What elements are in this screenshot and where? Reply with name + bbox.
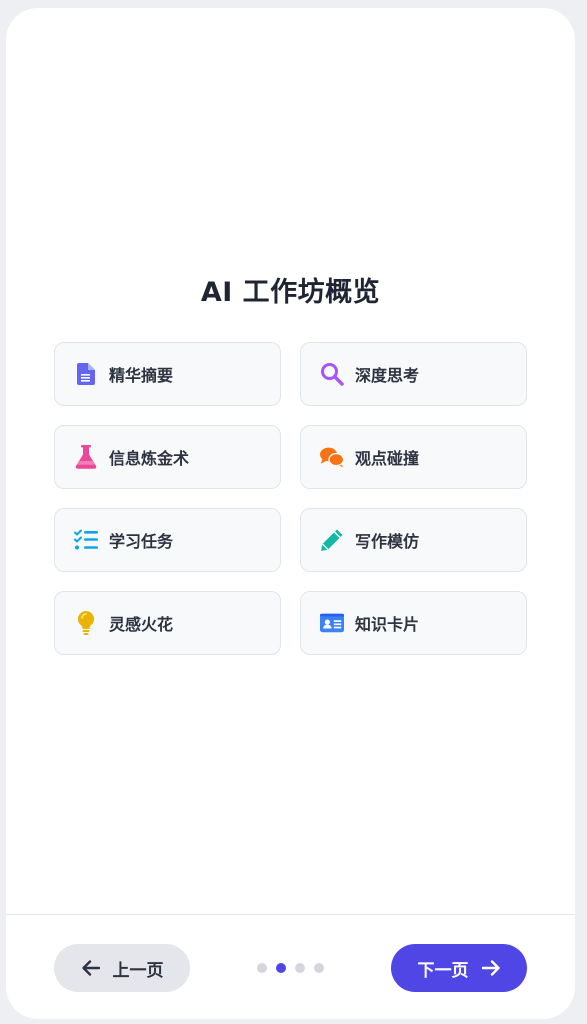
footer-divider (6, 914, 575, 915)
feature-card-label: 知识卡片 (355, 615, 420, 634)
task-list-icon (74, 528, 98, 552)
feature-card-label: 写作模仿 (355, 532, 420, 551)
page-dot-2[interactable] (276, 963, 286, 973)
pencil-icon (320, 528, 344, 552)
feature-card-label: 学习任务 (109, 532, 174, 551)
feature-card-alchemy[interactable]: 信息炼金术 (54, 425, 281, 489)
page-dot-3[interactable] (295, 963, 305, 973)
feature-card-label: 精华摘要 (109, 366, 174, 385)
page-title: AI 工作坊概览 (200, 277, 381, 308)
feature-card-debate[interactable]: 观点碰撞 (300, 425, 527, 489)
next-page-label: 下一页 (417, 960, 469, 981)
document-icon (74, 362, 98, 386)
page-dot-4[interactable] (314, 963, 324, 973)
feature-card-deep-thinking[interactable]: 深度思考 (300, 342, 527, 406)
magnifier-icon (320, 362, 344, 386)
lightbulb-icon (74, 611, 98, 635)
prev-page-button[interactable]: 上一页 (54, 944, 190, 992)
feature-card-label: 观点碰撞 (355, 449, 420, 468)
prev-page-label: 上一页 (112, 960, 164, 981)
feature-card-label: 深度思考 (355, 366, 420, 385)
feature-card-summary[interactable]: 精华摘要 (54, 342, 281, 406)
feature-card-label: 信息炼金术 (109, 449, 190, 468)
page-indicator (257, 963, 324, 973)
app-screen: AI 工作坊概览 精华摘要 深度思考 信息炼金术 观点碰撞 学习任务 写作模仿 … (6, 8, 575, 1019)
arrow-left-icon (81, 958, 101, 978)
feature-card-learning-tasks[interactable]: 学习任务 (54, 508, 281, 572)
feature-card-inspiration[interactable]: 灵感火花 (54, 591, 281, 655)
feature-card-writing-imitation[interactable]: 写作模仿 (300, 508, 527, 572)
id-card-icon (320, 611, 344, 635)
arrow-right-icon (481, 958, 501, 978)
feature-grid: 精华摘要 深度思考 信息炼金术 观点碰撞 学习任务 写作模仿 灵感火花 知识卡片 (54, 342, 527, 655)
feature-card-label: 灵感火花 (109, 615, 174, 634)
feature-card-knowledge-cards[interactable]: 知识卡片 (300, 591, 527, 655)
chat-bubbles-icon (320, 445, 344, 469)
flask-icon (74, 445, 98, 469)
next-page-button[interactable]: 下一页 (391, 944, 527, 992)
page-dot-1[interactable] (257, 963, 267, 973)
